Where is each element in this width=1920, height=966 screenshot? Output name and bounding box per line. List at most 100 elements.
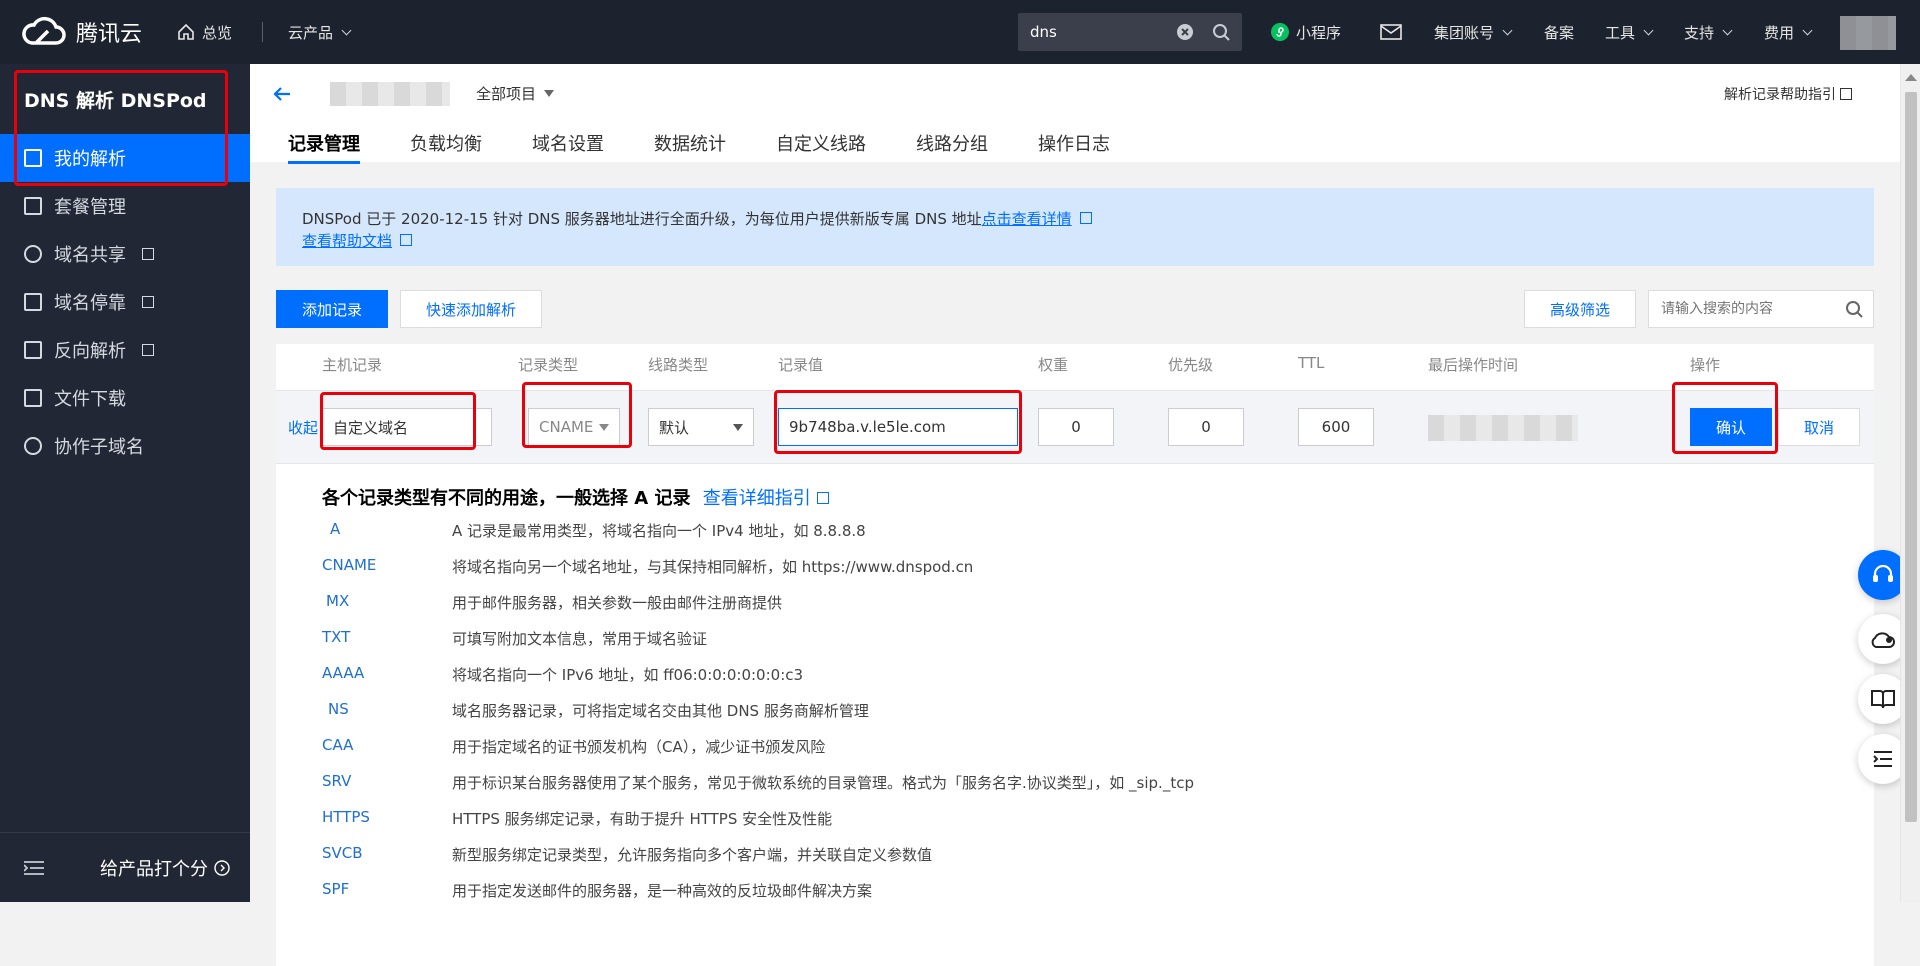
external-link-icon <box>1840 88 1852 100</box>
sidebar-item-label: 域名停靠 <box>54 293 126 314</box>
sidebar-item-share[interactable]: 域名共享 <box>0 230 250 278</box>
guide-title-text: 各个记录类型有不同的用途，一般选择 A 记录 <box>322 488 691 509</box>
record-type-desc: 域名服务器记录，可将指定域名交由其他 DNS 服务商解析管理 <box>452 702 869 720</box>
external-link-icon <box>142 296 154 308</box>
line-select-value: 默认 <box>659 418 690 437</box>
help-doc-link[interactable]: 查看帮助文档 <box>302 232 392 250</box>
divider <box>262 22 263 42</box>
page-header: 全部项目 解析记录帮助指引 记录管理 负载均衡 域名设置 数据统计 自定义线路 … <box>250 64 1900 164</box>
nav-icp[interactable]: 备案 <box>1544 0 1574 64</box>
share-icon <box>24 245 42 263</box>
tab-records[interactable]: 记录管理 <box>288 130 360 164</box>
tab-load-balance[interactable]: 负载均衡 <box>410 130 482 162</box>
ttl-input[interactable]: 600 <box>1298 408 1374 446</box>
line-select[interactable]: 默认 <box>648 408 754 446</box>
record-type-desc: 可填写附加文本信息，常用于域名验证 <box>452 630 708 648</box>
park-icon <box>24 293 42 311</box>
sidebar-footer: 给产品打个分 <box>0 832 250 902</box>
nav-tools[interactable]: 工具 <box>1605 0 1654 64</box>
nav-mail[interactable] <box>1380 0 1402 64</box>
project-selector[interactable]: 全部项目 <box>476 83 555 104</box>
col-last-op-time: 最后操作时间 <box>1428 356 1519 374</box>
record-type-mx: MX <box>326 592 350 610</box>
avatar[interactable] <box>1840 16 1896 50</box>
weight-input[interactable]: 0 <box>1038 408 1114 446</box>
col-weight: 权重 <box>1038 356 1069 374</box>
tab-statistics[interactable]: 数据统计 <box>654 130 726 162</box>
record-type-srv: SRV <box>322 772 352 790</box>
sidebar-item-subdomain[interactable]: 协作子域名 <box>0 422 250 470</box>
list-icon <box>1873 751 1892 767</box>
menu-collapse-icon[interactable] <box>24 860 44 876</box>
nav-group-account-label: 集团账号 <box>1434 23 1495 42</box>
main-content: 全部项目 解析记录帮助指引 记录管理 负载均衡 域名设置 数据统计 自定义线路 … <box>250 64 1920 966</box>
quick-add-button[interactable]: 快速添加解析 <box>400 290 542 328</box>
global-search[interactable] <box>1018 13 1242 51</box>
domain-icon <box>24 149 42 167</box>
tab-operation-log[interactable]: 操作日志 <box>1038 130 1110 162</box>
record-search[interactable] <box>1648 290 1874 328</box>
record-table: 主机记录 记录类型 线路类型 记录值 权重 优先级 TTL 最后操作时间 操作 … <box>276 344 1874 966</box>
nav-overview[interactable]: 总览 <box>176 0 232 64</box>
tencent-cloud-logo[interactable]: 腾讯云 <box>22 14 142 50</box>
cloud-logo-icon <box>22 16 66 45</box>
record-type-a: A <box>330 520 341 538</box>
tab-bar: 记录管理 负载均衡 域名设置 数据统计 自定义线路 线路分组 操作日志 <box>288 130 1160 164</box>
tab-custom-line[interactable]: 自定义线路 <box>776 130 866 162</box>
global-search-input[interactable] <box>1030 21 1170 43</box>
help-guide-label: 解析记录帮助指引 <box>1724 87 1836 103</box>
scroll-thumb[interactable] <box>1905 92 1917 822</box>
tab-domain-settings[interactable]: 域名设置 <box>532 130 604 162</box>
collapse-link[interactable]: 收起 <box>288 417 318 438</box>
sidebar-item-download[interactable]: 文件下载 <box>0 374 250 422</box>
advanced-filter-button[interactable]: 高级筛选 <box>1524 290 1636 328</box>
guide-detail-link[interactable]: 查看详细指引 <box>703 488 811 509</box>
record-type-spf: SPF <box>322 880 350 898</box>
record-type-caa: CAA <box>322 736 354 754</box>
value-input[interactable]: 9b748ba.v.le5le.com <box>778 408 1018 446</box>
feedback-link[interactable]: 给产品打个分 <box>100 855 208 881</box>
add-record-button[interactable]: 添加记录 <box>276 290 388 328</box>
sidebar: DNS 解析 DNSPod 我的解析 套餐管理 域名共享 域名停靠 反向解析 文… <box>0 64 250 902</box>
nav-products[interactable]: 云产品 <box>288 0 352 64</box>
sidebar-item-label: 套餐管理 <box>54 197 126 218</box>
package-icon <box>24 197 42 215</box>
notice-text: DNSPod 已于 2020-12-15 针对 DNS 服务器地址进行全面升级，… <box>302 210 982 228</box>
last-op-time-masked <box>1428 415 1578 441</box>
book-icon <box>1871 690 1895 709</box>
type-select-value: CNAME <box>539 418 594 436</box>
sidebar-item-park[interactable]: 域名停靠 <box>0 278 250 326</box>
cancel-button[interactable]: 取消 <box>1778 408 1860 446</box>
nav-billing[interactable]: 费用 <box>1764 0 1813 64</box>
top-navbar: 腾讯云 总览 云产品 小程序 集团账号 备案 工具 支持 费用 <box>0 0 1920 64</box>
tab-line-group[interactable]: 线路分组 <box>916 130 988 162</box>
notice-detail-link[interactable]: 点击查看详情 <box>982 210 1072 228</box>
nav-group-account[interactable]: 集团账号 <box>1434 0 1513 64</box>
arrow-circle-icon <box>214 859 230 876</box>
project-label: 全部项目 <box>476 85 537 103</box>
confirm-button[interactable]: 确认 <box>1690 408 1772 446</box>
sidebar-item-my-dns[interactable]: 我的解析 <box>0 134 250 182</box>
priority-input[interactable]: 0 <box>1168 408 1244 446</box>
host-input[interactable]: 自定义域名 <box>322 408 492 446</box>
record-type-svcb: SVCB <box>322 844 363 862</box>
nav-billing-label: 费用 <box>1764 23 1795 42</box>
caret-down-icon <box>733 424 743 431</box>
clear-icon[interactable] <box>1176 23 1194 41</box>
col-actions: 操作 <box>1690 356 1721 374</box>
type-select[interactable]: CNAME <box>528 408 620 446</box>
nav-support[interactable]: 支持 <box>1684 0 1733 64</box>
help-guide-link[interactable]: 解析记录帮助指引 <box>1724 84 1852 104</box>
search-icon[interactable] <box>1845 300 1863 318</box>
scroll-up-arrow-icon[interactable] <box>1905 74 1917 81</box>
sidebar-item-package[interactable]: 套餐管理 <box>0 182 250 230</box>
back-arrow-icon[interactable] <box>272 84 292 104</box>
search-icon[interactable] <box>1212 23 1230 41</box>
chevron-down-icon <box>1802 25 1813 35</box>
record-search-input[interactable] <box>1661 299 1831 319</box>
nav-overview-label: 总览 <box>202 23 233 42</box>
sidebar-item-reverse[interactable]: 反向解析 <box>0 326 250 374</box>
sidebar-title: DNS 解析 DNSPod <box>24 90 207 112</box>
scrollbar[interactable] <box>1900 64 1920 902</box>
nav-miniprogram[interactable]: 小程序 <box>1270 0 1341 64</box>
